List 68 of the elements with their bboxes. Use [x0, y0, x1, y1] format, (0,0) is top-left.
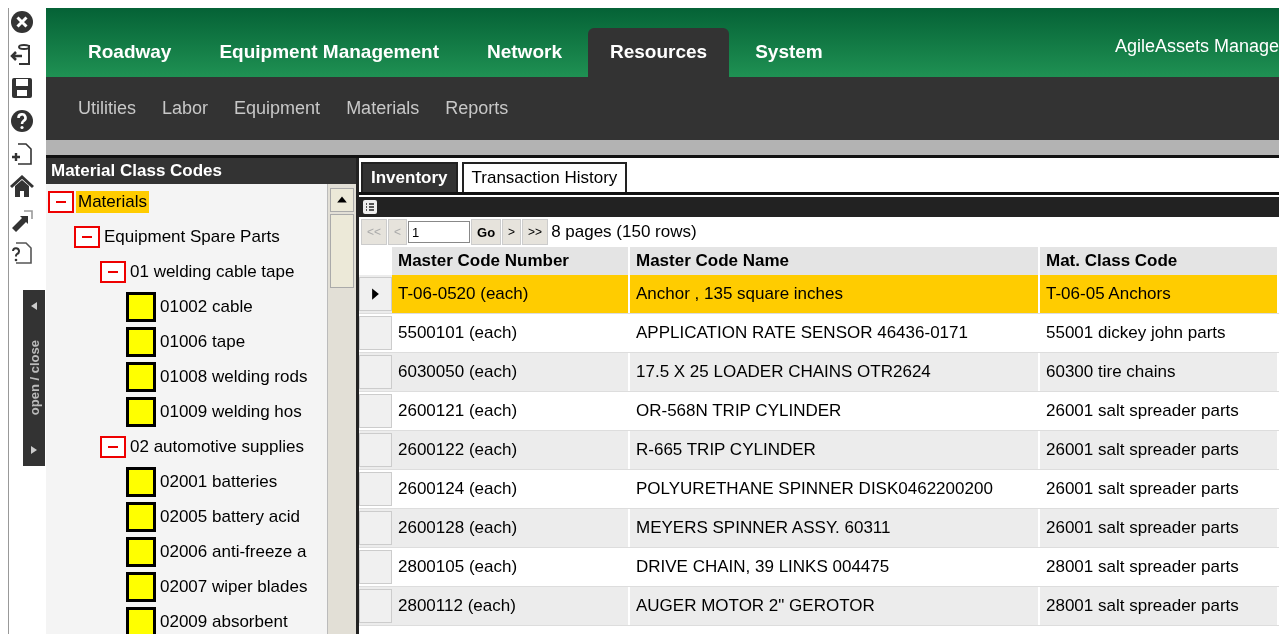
sub-nav-link[interactable]: Utilities [78, 98, 136, 119]
right-triangle-icon [29, 444, 39, 456]
table-cell: T-06-05 Anchors [1040, 275, 1279, 313]
tree-item[interactable]: Materials [76, 190, 149, 213]
table-cell: 28001 salt spreader parts [1040, 587, 1279, 625]
sub-nav-link[interactable]: Labor [162, 98, 209, 119]
tree-item[interactable]: Equipment Spare Parts [102, 225, 282, 248]
nav-tab[interactable]: Equipment Management [197, 28, 461, 77]
panel-title: Material Class Codes [46, 158, 356, 184]
tab[interactable]: Inventory [361, 162, 458, 192]
column-header[interactable]: Mat. Class Code [1040, 247, 1279, 275]
nav-tab[interactable]: Roadway [66, 28, 194, 77]
add-page-icon[interactable] [9, 142, 34, 166]
leaf-square-icon [126, 606, 156, 634]
tree-item[interactable]: 02001 batteries [158, 470, 280, 493]
pager-button[interactable]: >> [522, 219, 549, 245]
leaf-square-icon [126, 501, 156, 532]
table-cell: 2800112 (each) [392, 587, 630, 625]
collapse-icon[interactable] [48, 190, 74, 213]
collapse-icon[interactable] [74, 225, 100, 248]
tree-item[interactable]: 02009 absorbent [158, 610, 290, 633]
tree-item[interactable]: 02007 wiper blades [158, 575, 310, 598]
tree-item[interactable]: 01006 tape [158, 330, 248, 353]
save-icon[interactable] [9, 76, 34, 100]
tree-item[interactable]: 01 welding cable tape [128, 260, 297, 283]
tree-item[interactable]: 02 automotive supplies [128, 435, 306, 458]
close-icon[interactable] [9, 10, 34, 34]
leaf-square-icon [126, 396, 156, 427]
tree-item[interactable]: 02006 anti-freeze a [158, 540, 309, 563]
scrollbar[interactable] [327, 184, 356, 634]
table-cell: Anchor , 135 square inches [630, 275, 1040, 313]
help-page-icon[interactable] [9, 241, 34, 265]
page-summary: 8 pages (150 rows) [551, 222, 697, 242]
open-close-toggle[interactable]: open / close [23, 290, 45, 466]
tree-item[interactable]: 01008 welding rods [158, 365, 310, 388]
collapse-icon[interactable] [100, 435, 126, 458]
page-field[interactable]: 1 [408, 221, 471, 243]
nav-tab[interactable]: Resources [587, 28, 730, 77]
tree-item[interactable]: 01009 welding hos [158, 400, 304, 423]
help-icon[interactable] [9, 109, 34, 133]
go-button[interactable]: Go [471, 219, 502, 245]
nav-tab[interactable]: System [733, 28, 845, 77]
table-cell: T-06-0520 (each) [392, 275, 630, 313]
column-header[interactable]: Master Code Number [392, 247, 630, 275]
leaf-square-icon [126, 536, 156, 567]
app-title: AgileAssets Manage [1114, 35, 1279, 57]
pager-button[interactable]: > [502, 219, 522, 245]
leaf-square-icon [126, 291, 156, 322]
column-header[interactable]: Master Code Name [630, 247, 1040, 275]
list-icon[interactable] [363, 200, 377, 214]
tree-item[interactable]: 02005 battery acid [158, 505, 302, 528]
leaf-square-icon [126, 571, 156, 602]
current-row-icon [371, 287, 380, 301]
left-triangle-icon [29, 300, 39, 312]
home-icon[interactable] [9, 175, 34, 199]
table-cell: AUGER MOTOR 2" GEROTOR [630, 587, 1040, 625]
sub-nav-link[interactable]: Reports [445, 98, 509, 119]
collapse-icon[interactable] [100, 260, 126, 283]
leaf-square-icon [126, 466, 156, 497]
nav-tab[interactable]: Network [465, 28, 584, 77]
sub-nav-link[interactable]: Equipment [234, 98, 321, 119]
sub-nav-link[interactable]: Materials [346, 98, 420, 119]
tab[interactable]: Transaction History [461, 162, 628, 192]
leaf-square-icon [126, 361, 156, 392]
scroll-thumb[interactable] [330, 214, 354, 288]
leaf-square-icon [126, 326, 156, 357]
row-selector[interactable] [359, 277, 392, 311]
tree-item[interactable]: 01002 cable [158, 295, 255, 318]
